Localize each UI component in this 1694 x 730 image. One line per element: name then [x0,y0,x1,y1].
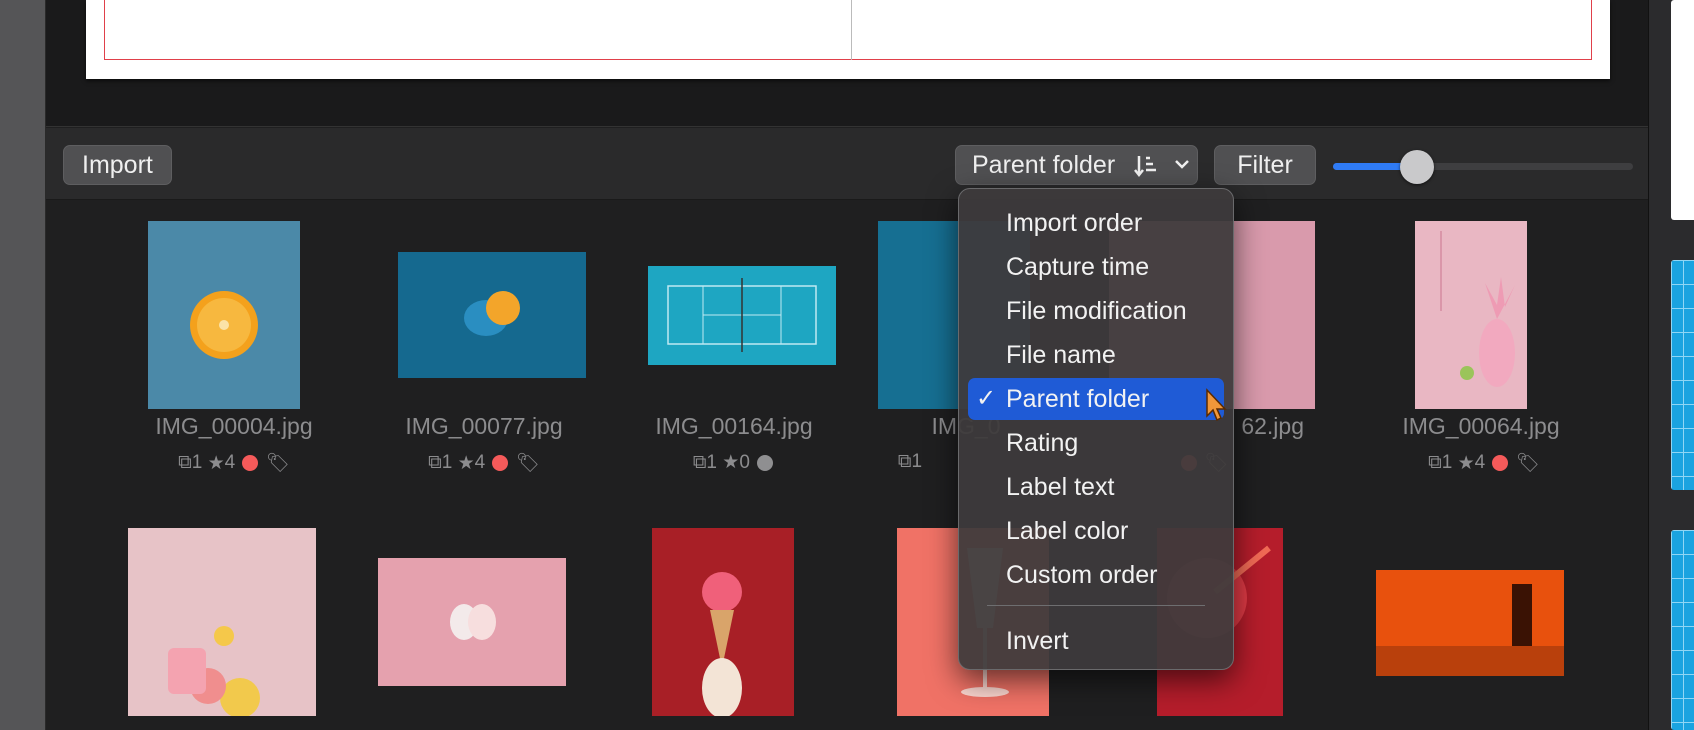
menu-item-label: File modification [1006,297,1187,325]
label-color-dot [242,455,259,471]
photo-thumbnail[interactable] [1376,570,1564,676]
menu-item-capture-time[interactable]: Capture time [968,246,1224,288]
versions-count: 1 [441,452,453,473]
label-color-dot [757,454,774,471]
browser-toolbar: Import Parent folder Filter [46,128,1648,200]
menu-item-label: Capture time [1006,253,1150,281]
versions-icon: ⧉ [692,451,707,473]
menu-item-label: Invert [1006,627,1069,655]
menu-item-custom-order[interactable]: Custom order [968,554,1224,596]
label-color-dot [492,455,509,471]
main-area: Import Parent folder Filter IMG_00004.jp… [46,0,1648,730]
rating-value: 4 [224,452,236,473]
menu-item-file-name[interactable]: File name [968,334,1224,376]
layout-preview [46,0,1648,127]
label-color-dot [1492,455,1509,471]
right-preview-card[interactable] [1671,0,1694,220]
photo-grid: IMG_00004.jpg ⧉1 ★4 🏷 IMG_00077.jpg ⧉1 ★… [46,201,1648,730]
preview-divider [851,0,852,60]
photo-thumbnail[interactable] [128,528,316,718]
versions-icon: ⧉ [897,451,912,472]
photo-filename: IMG_00077.jpg [405,413,563,439]
photo-meta: ⧉1 ★4 🏷 [1359,451,1609,475]
menu-item-import-order[interactable]: Import order [968,202,1224,244]
versions-count: 1 [706,451,717,473]
star-icon: ★ [722,452,740,473]
left-panel-strip [0,0,46,730]
menu-item-label: Parent folder [1006,385,1150,413]
photo-meta: ⧉1 ★4 🏷 [109,451,359,475]
rating-value: 4 [1474,452,1486,473]
photo-filename: IMG_00164.jpg [655,413,813,439]
menu-item-label: Label color [1006,517,1129,545]
versions-count: 1 [911,451,923,472]
mouse-pointer-icon [1206,388,1227,422]
photo-thumbnail[interactable] [378,558,566,686]
photo-cell[interactable]: IMG_00077.jpg ⧉1 ★4 🏷 [359,201,609,474]
versions-count: 1 [1441,452,1453,473]
tag-icon: 🏷 [1515,453,1540,474]
preview-page[interactable] [86,0,1610,79]
versions-icon: ⧉ [1428,452,1442,473]
menu-item-label: Label text [1006,473,1115,501]
menu-item-label-text[interactable]: Label text [968,466,1224,508]
versions-icon: ⧉ [178,452,192,473]
sort-label: Parent folder [972,151,1116,179]
star-icon: ★ [457,452,475,474]
photo-thumbnail[interactable] [1415,221,1527,409]
right-preview-card[interactable] [1671,530,1694,730]
tag-icon: 🏷 [515,453,540,474]
versions-count: 1 [191,452,203,473]
menu-item-file-modification[interactable]: File modification [968,290,1224,332]
photo-thumbnail[interactable] [148,221,300,409]
photo-thumbnail[interactable] [398,252,586,378]
menu-item-label: Rating [1006,429,1079,457]
photo-thumbnail[interactable] [652,528,794,718]
photo-filename: IMG_00064.jpg [1402,413,1560,439]
thumbnail-size-slider[interactable] [1333,150,1633,184]
menu-item-label: Custom order [1006,561,1158,589]
import-button[interactable]: Import [63,145,172,185]
photo-thumbnail[interactable] [648,266,836,365]
star-icon: ★ [1457,452,1475,474]
checkmark-icon: ✓ [976,385,997,412]
right-preview-card[interactable] [1671,260,1694,490]
sort-dropdown-button[interactable]: Parent folder [955,145,1198,185]
rating-value: 4 [474,452,486,473]
filter-button[interactable]: Filter [1214,145,1316,185]
photo-cell[interactable]: IMG_00164.jpg ⧉1 ★0 [609,201,859,473]
photo-cell[interactable]: IMG_00004.jpg ⧉1 ★4 🏷 [109,201,359,474]
menu-separator [987,605,1205,606]
tag-icon: 🏷 [265,453,290,474]
photo-meta: ⧉1 ★4 🏷 [359,451,609,475]
versions-icon: ⧉ [428,452,442,473]
sort-menu: Import order Capture time File modificat… [958,188,1234,670]
slider-knob[interactable] [1400,150,1434,184]
photo-cell[interactable]: IMG_00064.jpg ⧉1 ★4 🏷 [1359,201,1609,474]
star-icon: ★ [207,452,225,474]
photo-filename: IMG_00004.jpg [155,413,313,439]
rating-value: 0 [739,451,750,473]
menu-item-label: File name [1006,341,1116,369]
menu-item-label: Import order [1006,209,1143,237]
menu-item-label-color[interactable]: Label color [968,510,1224,552]
menu-item-rating[interactable]: Rating [968,422,1224,464]
right-panel-strip [1648,0,1694,730]
preview-frame [104,0,1592,60]
menu-item-parent-folder[interactable]: ✓ Parent folder [968,378,1224,420]
menu-item-invert[interactable]: Invert [968,620,1224,662]
